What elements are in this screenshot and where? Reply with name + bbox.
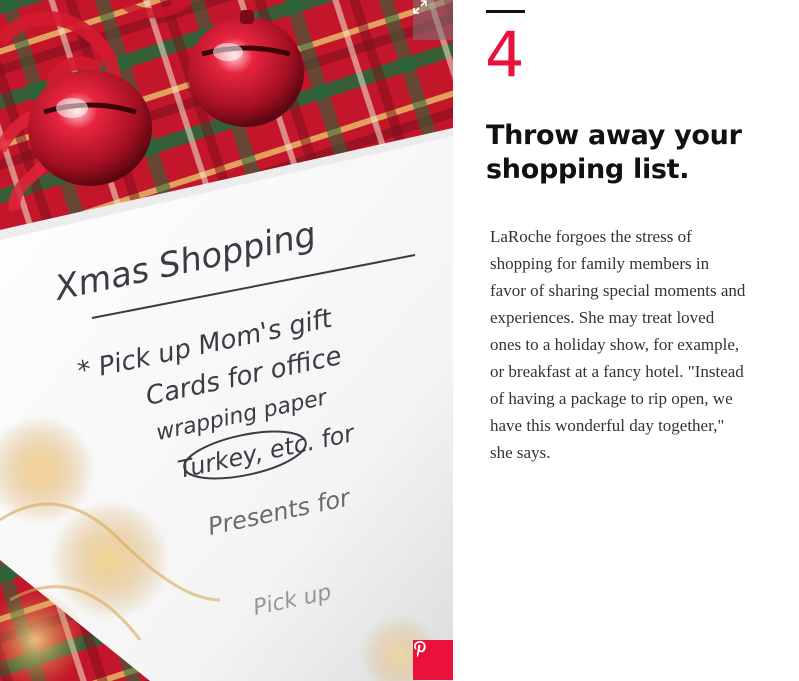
slide-body-text: LaRoche forgoes the stress of shopping f… bbox=[490, 227, 746, 462]
slide-photo: Xmas Shopping * Pick up Mom's gift Cards… bbox=[0, 0, 453, 681]
jingle-bell-left bbox=[28, 70, 152, 186]
divider-rule bbox=[486, 10, 525, 13]
slide-number: 4 bbox=[485, 18, 525, 91]
photo-illustration: Xmas Shopping * Pick up Mom's gift Cards… bbox=[0, 0, 453, 681]
expand-image-button[interactable] bbox=[413, 0, 453, 40]
pinterest-icon bbox=[414, 641, 426, 657]
pinterest-share-button[interactable] bbox=[413, 640, 453, 680]
expand-icon bbox=[413, 0, 427, 14]
slide-title: Throw away your shopping list. bbox=[486, 120, 742, 185]
